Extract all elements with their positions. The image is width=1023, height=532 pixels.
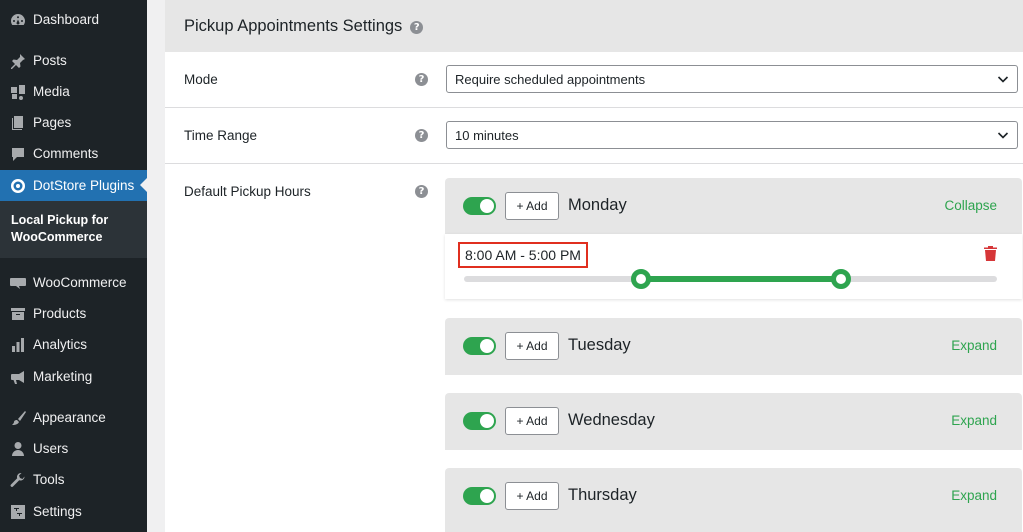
time-range-row: Time Range ? 10 minutes [165, 108, 1023, 164]
pin-icon [0, 53, 33, 69]
menu-pages[interactable]: Pages [0, 107, 147, 138]
menu-products[interactable]: Products [0, 298, 147, 329]
menu-dashboard[interactable]: Dashboard [0, 4, 147, 35]
menu-woocommerce[interactable]: WooCommerce [0, 267, 147, 298]
menu-label: Posts [33, 53, 67, 68]
submenu: Local Pickup for WooCommerce [0, 201, 147, 258]
day-header: + Add Wednesday Expand [445, 393, 1022, 449]
day-name: Thursday [568, 486, 637, 504]
time-range-select[interactable]: 10 minutes [446, 121, 1018, 149]
menu-label: Products [33, 306, 87, 321]
mode-label: Mode [184, 72, 218, 87]
submenu-local-pickup[interactable]: Local Pickup for WooCommerce [11, 212, 141, 246]
menu-label: Dashboard [33, 12, 100, 27]
help-icon[interactable]: ? [415, 185, 428, 198]
admin-sidebar: Dashboard Posts Media Pages Comments Dot… [0, 0, 147, 532]
settings-icon [0, 504, 33, 520]
time-range-slider[interactable] [464, 269, 997, 289]
slider-start-handle[interactable] [631, 269, 652, 289]
menu-appearance[interactable]: Appearance [0, 402, 147, 433]
add-slot-button[interactable]: + Add [505, 332, 559, 360]
day-toggle[interactable] [463, 412, 496, 430]
menu-label: Appearance [33, 410, 106, 425]
help-icon[interactable]: ? [415, 129, 428, 142]
woo-icon [0, 275, 33, 291]
chevron-down-icon [997, 132, 1009, 139]
media-icon [0, 84, 33, 100]
day-header: + Add Thursday Expand [445, 468, 1022, 524]
day-card-wednesday: + Add Wednesday Expand [445, 393, 1022, 450]
time-slot: 8:00 AM - 5:00 PM [445, 234, 1022, 299]
day-header: + Add Monday Collapse [445, 178, 1022, 234]
archive-icon [0, 306, 33, 322]
menu-label: WooCommerce [33, 275, 127, 290]
add-slot-button[interactable]: + Add [505, 482, 559, 510]
pages-icon [0, 115, 33, 131]
day-card-tuesday: + Add Tuesday Expand [445, 318, 1022, 375]
time-range-label: Time Range [184, 128, 258, 143]
mode-row: Mode ? Require scheduled appointments [165, 52, 1023, 108]
menu-users[interactable]: Users [0, 433, 147, 464]
page-title: Pickup Appointments Settings [184, 16, 403, 35]
day-header: + Add Tuesday Expand [445, 318, 1022, 374]
menu-label: Pages [33, 115, 72, 130]
menu-marketing[interactable]: Marketing [0, 361, 147, 392]
menu-analytics[interactable]: Analytics [0, 329, 147, 360]
menu-label: Users [33, 441, 69, 456]
dotstore-icon [0, 178, 33, 194]
mode-value: Require scheduled appointments [455, 71, 646, 87]
chevron-down-icon [997, 76, 1009, 83]
brush-icon [0, 410, 33, 426]
day-toggle[interactable] [463, 337, 496, 355]
menu-label: Marketing [33, 369, 93, 384]
dashboard-icon [0, 12, 33, 28]
panel-header: Pickup Appointments Settings ? [165, 0, 1023, 52]
trash-icon[interactable] [984, 246, 997, 261]
comment-icon [0, 146, 33, 162]
day-card-monday: + Add Monday Collapse [445, 178, 1022, 234]
help-icon[interactable]: ? [410, 21, 424, 34]
add-slot-button[interactable]: + Add [505, 192, 559, 220]
time-slot-text: 8:00 AM - 5:00 PM [458, 242, 588, 268]
menu-label: DotStore Plugins [33, 178, 135, 193]
menu-media[interactable]: Media [0, 76, 147, 107]
chart-icon [0, 337, 33, 353]
menu-posts[interactable]: Posts [0, 45, 147, 76]
settings-panel: Pickup Appointments Settings ? Mode ? Re… [165, 0, 1023, 532]
slider-end-handle[interactable] [831, 269, 852, 289]
day-toggle[interactable] [463, 197, 496, 215]
expand-link[interactable]: Expand [951, 488, 997, 503]
wrench-icon [0, 472, 33, 488]
add-slot-button[interactable]: + Add [505, 407, 559, 435]
user-icon [0, 441, 33, 457]
menu-label: Comments [33, 146, 99, 161]
day-card-thursday: + Add Thursday Expand [445, 468, 1022, 532]
day-name: Tuesday [568, 336, 631, 354]
menu-dotstore-plugins[interactable]: DotStore Plugins [0, 170, 147, 201]
day-name: Wednesday [568, 411, 655, 429]
menu-label: Media [33, 84, 70, 99]
help-icon[interactable]: ? [415, 73, 428, 86]
day-name: Monday [568, 196, 627, 214]
menu-label: Analytics [33, 337, 88, 352]
slider-range-fill [641, 276, 842, 282]
time-range-value: 10 minutes [455, 127, 519, 143]
collapse-link[interactable]: Collapse [944, 198, 997, 213]
expand-link[interactable]: Expand [951, 338, 997, 353]
expand-link[interactable]: Expand [951, 413, 997, 428]
megaphone-icon [0, 369, 33, 385]
mode-select[interactable]: Require scheduled appointments [446, 65, 1018, 93]
menu-label: Settings [33, 504, 82, 519]
menu-settings[interactable]: Settings [0, 496, 147, 527]
menu-label: Tools [33, 472, 65, 487]
day-toggle[interactable] [463, 487, 496, 505]
menu-comments[interactable]: Comments [0, 138, 147, 169]
pickup-hours-label: Default Pickup Hours [184, 184, 311, 199]
menu-tools[interactable]: Tools [0, 464, 147, 495]
